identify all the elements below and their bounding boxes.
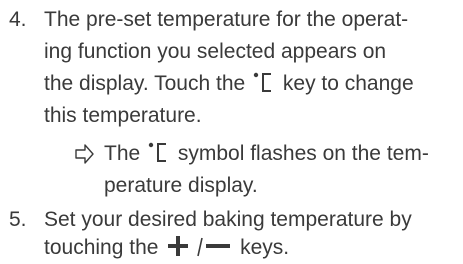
result-arrow-icon (75, 144, 94, 164)
step-text-line: touching the keys. (44, 236, 290, 259)
step-text-line: the display. Touch the key to change (44, 72, 414, 95)
step-number: 5. (9, 208, 27, 231)
step-text-line: this temperature. (44, 104, 202, 127)
degree-celsius-icon (253, 72, 272, 92)
degree-celsius-icon (148, 142, 167, 162)
step-text-line: ing function you selected appears on (44, 40, 387, 63)
step-text-line: The pre-set temperature for the operat- (44, 8, 409, 31)
plus-minus-keys-icon (168, 236, 231, 257)
result-text-line: perature display. (104, 174, 258, 197)
step-number: 4. (9, 8, 27, 31)
result-text-line: The symbol flashes on the tem- (104, 142, 429, 165)
